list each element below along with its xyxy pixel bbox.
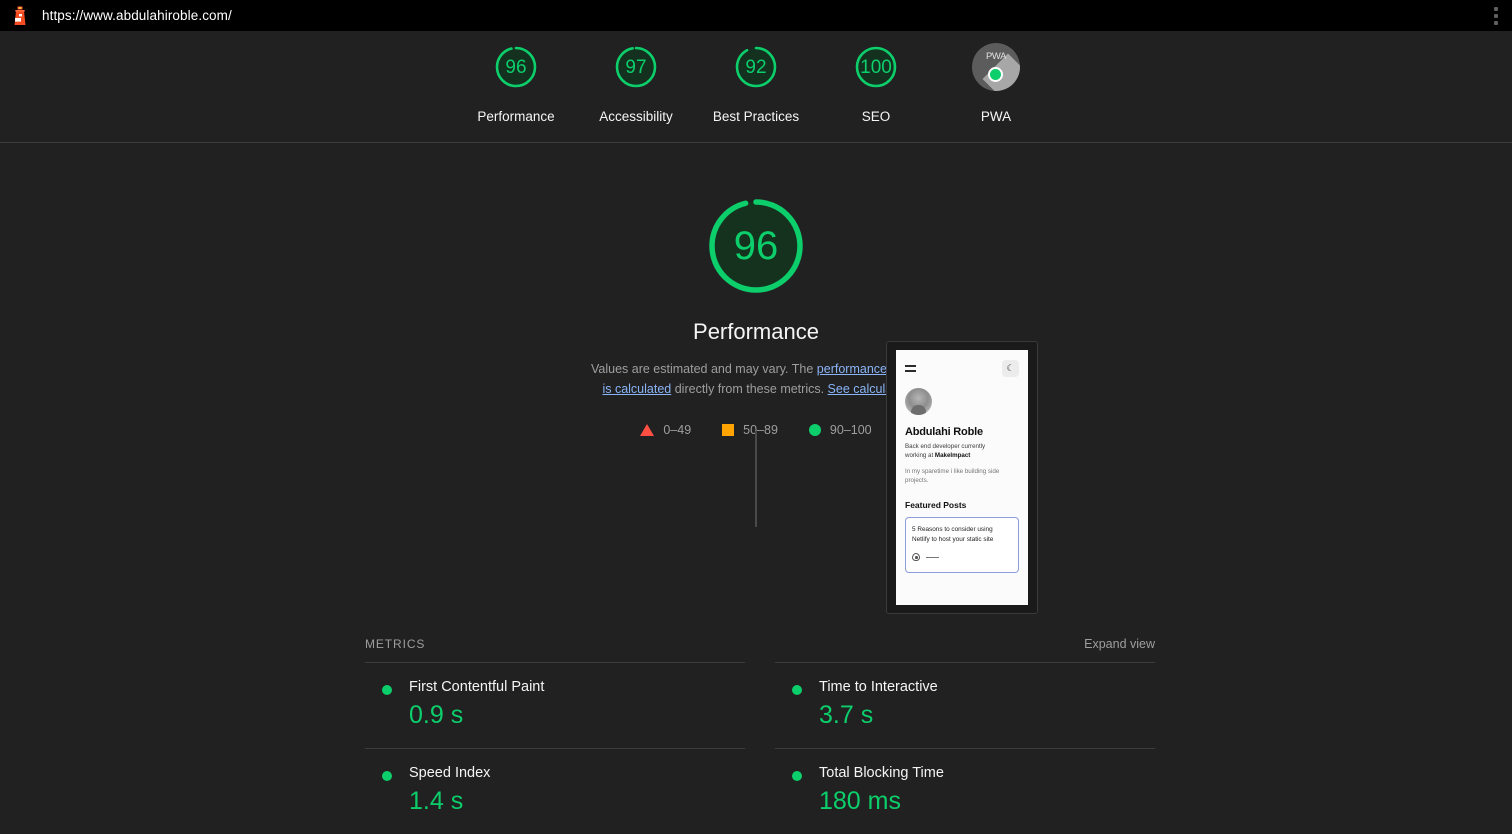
gauge-performance-large: 96 (705, 195, 807, 297)
legend-item-pass: 90–100 (808, 423, 872, 437)
gauge-seo: 100 (852, 43, 900, 91)
gauge-large-value: 96 (733, 224, 779, 268)
circle-pass-icon (808, 424, 821, 436)
score-label: Best Practices (712, 109, 800, 124)
score-label: SEO (861, 109, 891, 124)
divider-dash (926, 556, 939, 558)
square-average-icon (722, 424, 735, 436)
metric-name: Time to Interactive (819, 679, 938, 695)
preview-post-title: 5 Reasons to consider using Netlify to h… (912, 526, 994, 543)
pass-dot-icon (382, 771, 392, 781)
kebab-menu-icon[interactable] (1494, 6, 1498, 25)
gauge-value: 100 (860, 56, 892, 78)
performance-hero: 96 Performance Values are estimated and … (0, 143, 1512, 437)
score-item-seo[interactable]: 100 SEO (816, 43, 936, 124)
metric-first-contentful-paint[interactable]: First Contentful Paint 0.9 s (365, 662, 745, 748)
metrics-header: METRICS Expand view (365, 637, 1155, 651)
metric-name: Speed Index (409, 765, 491, 781)
gauge-performance: 96 (492, 43, 540, 91)
device-viewport: ☾ Abdulahi Roble Back end developer curr… (896, 350, 1028, 605)
triangle-fail-icon (640, 424, 655, 436)
preview-topbar: ☾ (905, 360, 1019, 377)
gauge-accessibility: 97 (612, 43, 660, 91)
score-label: Performance (477, 109, 555, 124)
score-label: Accessibility (599, 109, 673, 124)
preview-featured-heading: Featured Posts (905, 500, 967, 510)
score-label: PWA (980, 109, 1012, 124)
avatar (905, 388, 932, 415)
legend-label: 90–100 (829, 423, 872, 437)
legend-label: 0–49 (663, 423, 692, 437)
preview-bio: Back end developer currently working at … (905, 442, 1019, 460)
pass-dot-icon (792, 771, 802, 781)
url-text: https://www.abdulahiroble.com/ (42, 8, 232, 23)
score-item-performance[interactable]: 96 Performance (456, 43, 576, 124)
metric-speed-index[interactable]: Speed Index 1.4 s (365, 748, 745, 834)
hamburger-icon (905, 365, 916, 372)
preview-name: Abdulahi Roble (905, 426, 983, 438)
gauge-value: 92 (745, 56, 767, 78)
browser-topbar: https://www.abdulahiroble.com/ (0, 0, 1512, 31)
metrics-section-title: METRICS (365, 637, 426, 651)
final-screenshot-preview: ☾ Abdulahi Roble Back end developer curr… (886, 341, 1038, 614)
legend-item-fail: 0–49 (640, 423, 691, 437)
vertical-divider (755, 431, 757, 527)
preview-bio-secondary: In my sparetime i like building side pro… (905, 468, 1000, 484)
pass-dot-icon (382, 685, 392, 695)
metric-value: 180 ms (819, 787, 901, 815)
preview-post-card: 5 Reasons to consider using Netlify to h… (905, 517, 1019, 573)
pwa-badge-icon: PWA (972, 43, 1020, 91)
metrics-grid: First Contentful Paint 0.9 s Time to Int… (365, 662, 1155, 834)
metric-time-to-interactive[interactable]: Time to Interactive 3.7 s (775, 662, 1155, 748)
report-body: 96 Performance Values are estimated and … (0, 143, 1512, 834)
metric-name: Total Blocking Time (819, 765, 944, 781)
bio-line-1: Back end developer currently (905, 443, 986, 450)
page-title: Performance (693, 319, 819, 344)
bio-company: MakeImpact (934, 452, 971, 459)
metric-value: 0.9 s (409, 701, 464, 729)
pwa-check-icon (988, 67, 1003, 82)
legend-label: 50–89 (743, 423, 778, 437)
performance-description: Values are estimated and may vary. The p… (586, 359, 926, 399)
metric-value: 3.7 s (819, 701, 874, 729)
score-item-pwa[interactable]: PWA PWA (936, 43, 1056, 124)
eye-icon (912, 553, 920, 561)
metric-name: First Contentful Paint (409, 679, 545, 695)
category-scores-strip: 96 Performance 97 Accessibility 92 Best … (0, 31, 1512, 143)
pwa-badge-text: PWA (985, 51, 1007, 62)
metric-total-blocking-time[interactable]: Total Blocking Time 180 ms (775, 748, 1155, 834)
gauge-value: 96 (505, 56, 527, 78)
preview-post-meta (912, 553, 1012, 561)
lighthouse-icon (11, 6, 29, 26)
gauge-value: 97 (625, 56, 647, 78)
gauge-best-practices: 92 (732, 43, 780, 91)
metric-value: 1.4 s (409, 787, 464, 815)
pass-dot-icon (792, 685, 802, 695)
score-item-best-practices[interactable]: 92 Best Practices (696, 43, 816, 124)
desc-text-before: Values are estimated and may vary. The (590, 362, 817, 376)
expand-view-toggle[interactable]: Expand view (1084, 637, 1155, 651)
moon-icon: ☾ (1002, 360, 1019, 377)
score-item-accessibility[interactable]: 97 Accessibility (576, 43, 696, 124)
desc-text-mid: directly from these metrics. (671, 382, 828, 396)
bio-line-2-pre: working at (905, 452, 935, 459)
legend-item-average: 50–89 (722, 423, 778, 437)
